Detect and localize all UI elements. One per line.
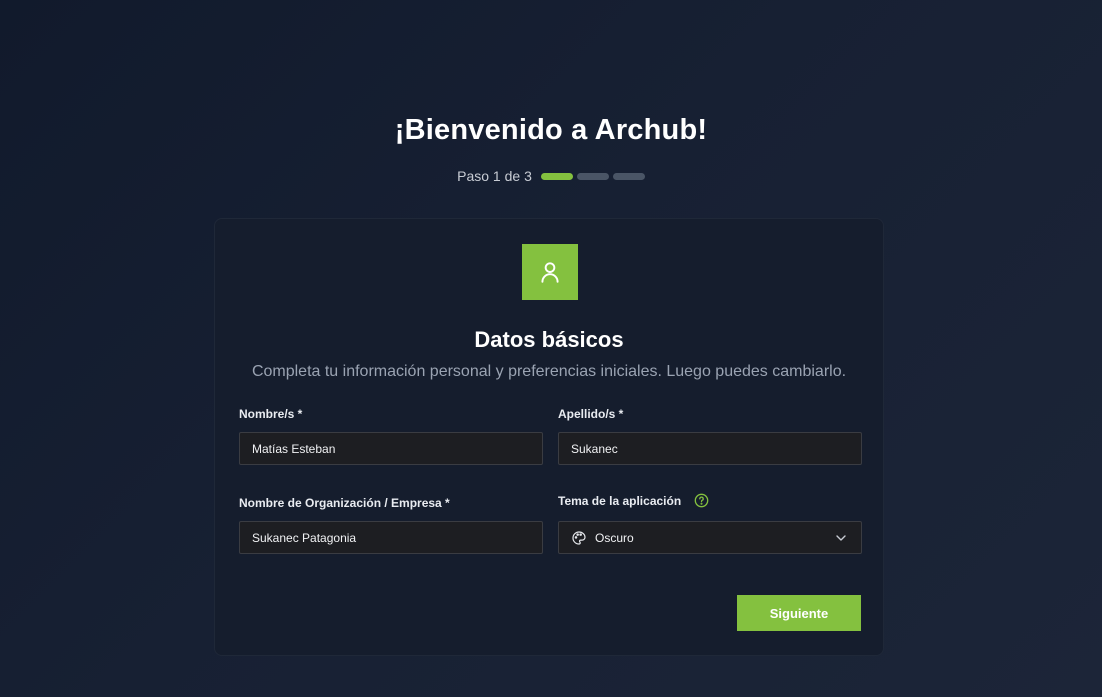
first-name-input[interactable]: Matías Esteban <box>239 432 543 465</box>
progress-step-3 <box>612 172 645 180</box>
card-title: Datos básicos <box>474 327 624 352</box>
user-icon-badge <box>522 244 578 300</box>
organization-label: Nombre de Organización / Empresa * <box>239 496 450 510</box>
next-button[interactable]: Siguiente <box>737 595 861 631</box>
onboarding-card: Datos básicos Completa tu información pe… <box>214 218 884 656</box>
progress-step-2 <box>576 172 609 180</box>
last-name-label: Apellido/s * <box>558 407 624 421</box>
theme-label: Tema de la aplicación <box>558 493 682 508</box>
theme-value: Oscuro <box>595 530 634 545</box>
palette-icon <box>571 530 587 546</box>
organization-input[interactable]: Sukanec Patagonia <box>239 521 543 554</box>
page-title: ¡Bienvenido a Archub! <box>394 114 708 146</box>
chevron-down-icon <box>835 532 847 547</box>
card-subtitle: Completa tu información personal y prefe… <box>251 363 847 380</box>
organization-value: Sukanec Patagonia <box>252 530 357 545</box>
last-name-value: Sukanec <box>571 441 618 456</box>
progress-step-1 <box>540 172 573 180</box>
step-progress: Paso 1 de 3 <box>0 168 1102 184</box>
question-circle-icon[interactable] <box>694 493 709 508</box>
theme-label-row: Tema de la aplicación <box>558 493 709 508</box>
first-name-label: Nombre/s * <box>239 407 303 421</box>
user-icon <box>541 262 559 283</box>
step-indicator-text: Paso 1 de 3 <box>457 168 532 184</box>
first-name-value: Matías Esteban <box>252 441 336 456</box>
theme-select[interactable]: Oscuro <box>558 521 862 554</box>
last-name-input[interactable]: Sukanec <box>558 432 862 465</box>
